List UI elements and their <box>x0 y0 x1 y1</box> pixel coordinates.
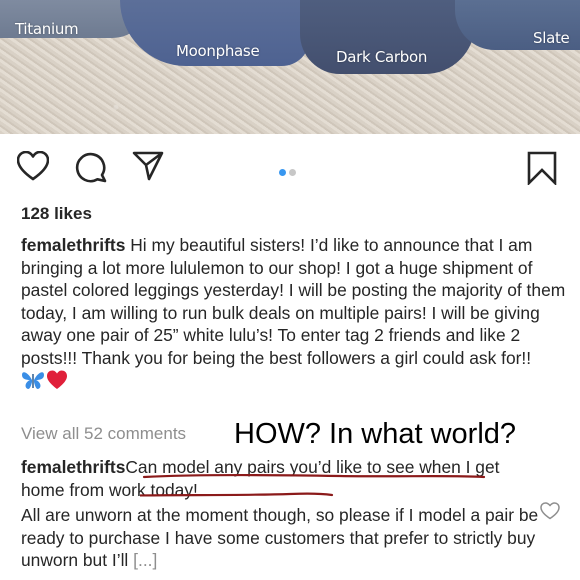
comment-icon[interactable] <box>75 151 107 183</box>
action-bar <box>0 134 580 198</box>
post-caption: femalethrifts Hi my beautiful sisters! I… <box>21 234 566 391</box>
comment-username[interactable]: femalethrifts <box>21 457 125 477</box>
comment-like-heart-icon[interactable] <box>540 502 560 520</box>
comment-body: All are unworn at the moment though, so … <box>21 505 539 570</box>
carousel-indicator <box>279 163 299 181</box>
bookmark-icon[interactable] <box>527 151 557 185</box>
carousel-dot-active <box>279 169 286 176</box>
annotation-text: HOW? In what world? <box>234 418 517 450</box>
comment-body-wrap: All are unworn at the moment though, so … <box>21 504 541 572</box>
likes-count[interactable]: 128 likes <box>21 204 92 224</box>
photo-label-titanium: Titanium <box>15 20 79 38</box>
photo-label-moonphase: Moonphase <box>176 42 260 60</box>
heart-icon[interactable] <box>17 151 49 181</box>
red-heart-icon <box>47 370 67 389</box>
photo-label-slate: Slate <box>533 29 570 47</box>
share-icon[interactable] <box>132 151 164 181</box>
comment: femalethriftsCan model any pairs you’d l… <box>21 456 541 572</box>
view-all-comments-link[interactable]: View all 52 comments <box>21 424 186 444</box>
caption-username[interactable]: femalethrifts <box>21 235 125 255</box>
butterfly-icon <box>22 372 44 389</box>
comment-more-link[interactable]: [...] <box>133 550 157 570</box>
photo-label-dark-carbon: Dark Carbon <box>336 48 428 66</box>
carousel-dot <box>289 169 296 176</box>
butterfly-red-heart-emoji <box>22 370 67 389</box>
caption-emojis <box>21 369 566 391</box>
post-photo[interactable]: Titanium Moonphase Dark Carbon Slate <box>0 0 580 134</box>
